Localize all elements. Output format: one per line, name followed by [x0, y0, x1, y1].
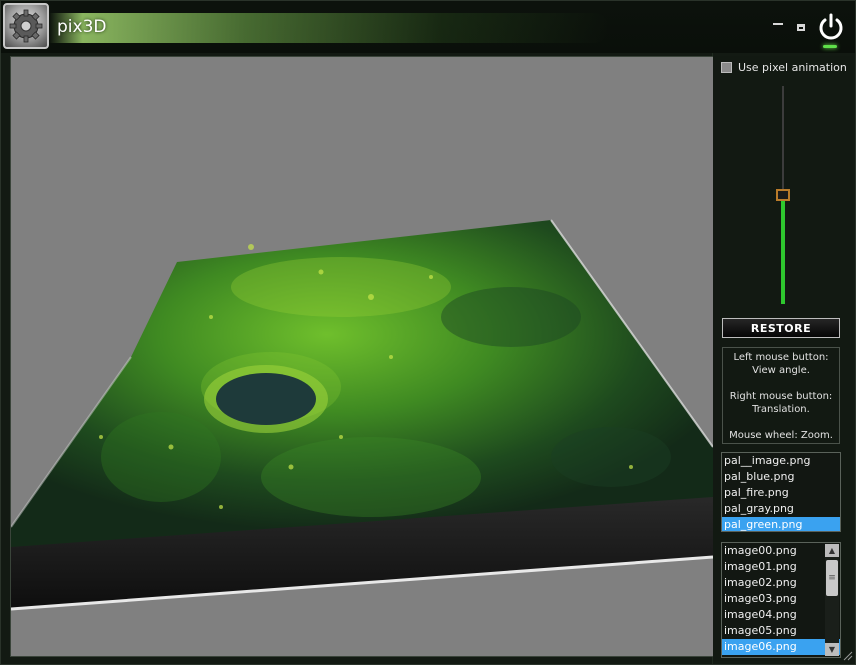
image-item[interactable]: image03.png — [722, 591, 840, 607]
maximize-icon[interactable] — [797, 24, 805, 31]
minimize-icon[interactable] — [773, 23, 783, 25]
help-wheel: Mouse wheel: Zoom. — [729, 430, 833, 441]
image-item[interactable]: image00.png — [722, 543, 840, 559]
image-item[interactable]: image04.png — [722, 607, 840, 623]
image-item[interactable]: image02.png — [722, 575, 840, 591]
control-panel: Use pixel animation RESTORE Left mouse b… — [713, 56, 853, 661]
pixel-animation-row[interactable]: Use pixel animation — [721, 61, 847, 74]
palette-item[interactable]: pal_green.png — [722, 517, 840, 531]
palette-list[interactable]: pal__image.png pal_blue.png pal_fire.png pa… — [721, 452, 841, 532]
title-bar[interactable]: pix3D — [1, 1, 855, 53]
palette-item[interactable]: pal_fire.png — [722, 485, 840, 501]
app-window: pix3D Use pixel animation RESTORE Left m… — [0, 0, 856, 665]
scroll-down-icon[interactable]: ▼ — [825, 643, 839, 656]
palette-item[interactable]: pal_blue.png — [722, 469, 840, 485]
pixel-animation-label: Use pixel animation — [738, 61, 847, 74]
scroll-thumb[interactable]: ≡ — [826, 560, 838, 596]
palette-item[interactable]: pal_gray.png — [722, 501, 840, 517]
image-item[interactable]: image06.png — [722, 639, 840, 655]
image-list[interactable]: image00.png image01.png image02.png image03… — [721, 542, 841, 658]
help-box: Left mouse button: View angle. Right mou… — [722, 347, 840, 444]
help-right-desc: Translation. — [752, 403, 810, 415]
image-list-scrollbar[interactable]: ▲ ≡ ▼ — [825, 544, 839, 656]
restore-button[interactable]: RESTORE — [722, 318, 840, 338]
window-title: pix3D — [57, 17, 107, 37]
power-icon[interactable] — [816, 12, 846, 42]
slider-fill — [781, 201, 785, 304]
help-left-desc: View angle. — [752, 364, 810, 376]
slider-thumb[interactable] — [776, 189, 790, 201]
resize-grip-icon[interactable] — [841, 649, 853, 661]
image-item[interactable]: image05.png — [722, 623, 840, 639]
3d-viewport[interactable] — [10, 56, 714, 657]
palette-item[interactable]: pal__image.png — [722, 453, 840, 469]
title-glow — [49, 13, 609, 43]
image-item[interactable]: image01.png — [722, 559, 840, 575]
help-right-title: Right mouse button: — [729, 391, 833, 402]
scroll-up-icon[interactable]: ▲ — [825, 544, 839, 557]
gear-icon[interactable] — [3, 3, 49, 49]
help-left-title: Left mouse button: — [733, 352, 829, 363]
pixel-animation-checkbox[interactable] — [721, 62, 732, 73]
power-led — [823, 45, 837, 48]
